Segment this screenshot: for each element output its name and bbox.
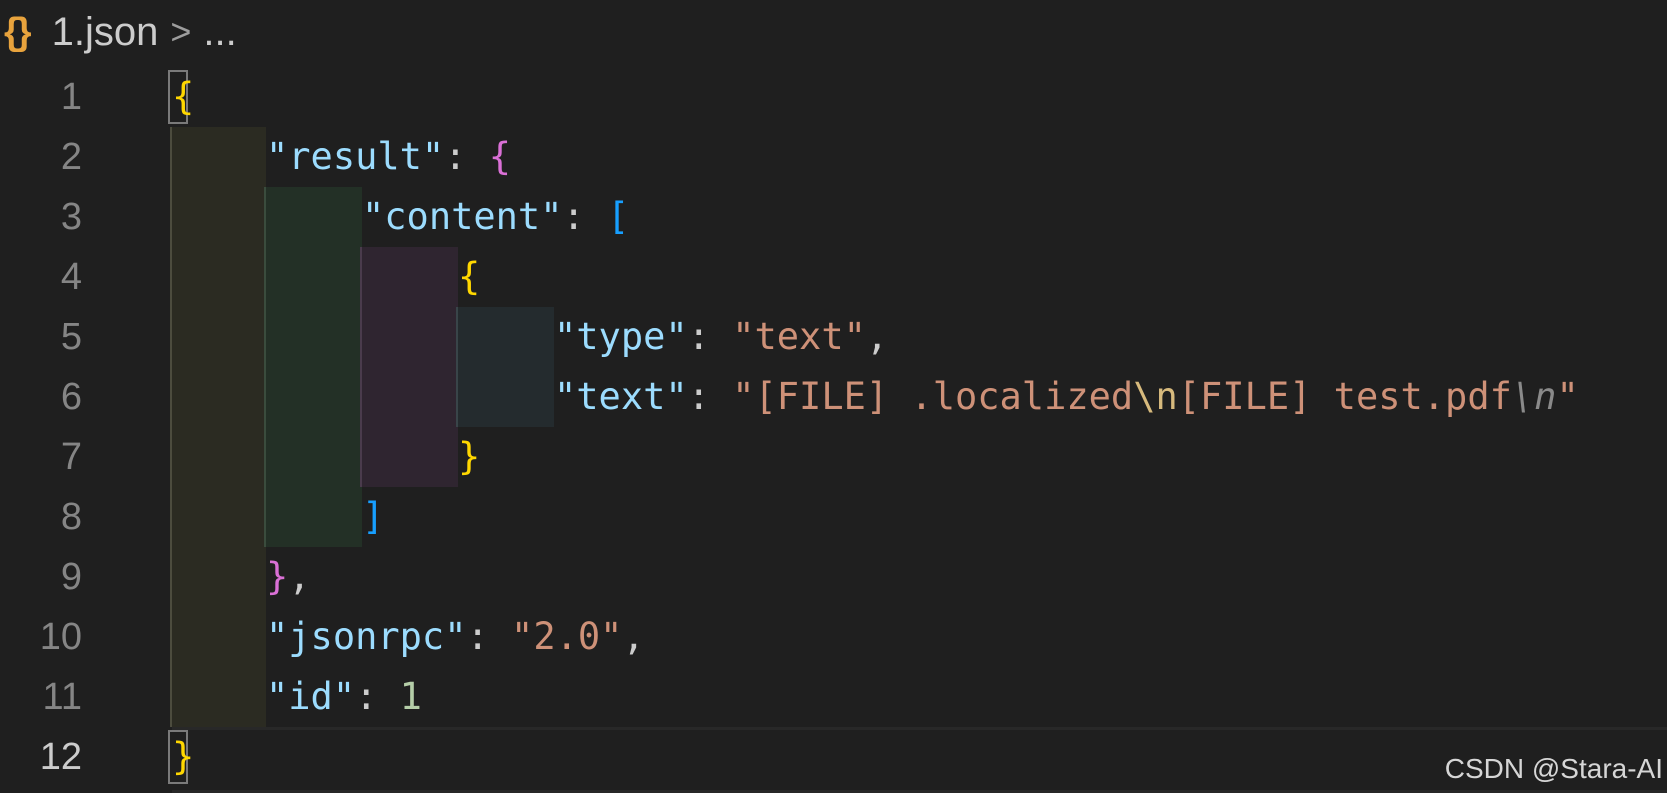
json-key: "jsonrpc" [266,615,467,658]
breadcrumb-file-name[interactable]: 1.json [52,10,159,55]
comma: , [622,615,645,658]
code-text[interactable]: }, [266,547,311,607]
code-text[interactable]: "type": "text", [554,307,888,367]
json-number: 1 [399,675,422,718]
code-line[interactable]: 4 { [0,247,1667,307]
code-text[interactable]: { [172,67,194,127]
brace-close: } [266,555,289,598]
line-number: 9 [60,556,82,598]
code-line-active[interactable]: 12 } [0,727,1667,787]
line-number: 8 [60,496,82,538]
json-key: "text" [554,375,688,418]
comma: , [288,555,311,598]
bracket-open: [ [607,195,630,238]
line-number: 1 [60,76,82,118]
code-text[interactable]: } [458,427,480,487]
bracket-close: ] [362,495,385,538]
watermark: CSDN @Stara-AI [1444,753,1663,784]
escape-sequence: \n [1133,375,1178,418]
line-number: 4 [60,256,82,298]
escape-sequence: \n [1511,375,1557,418]
code-line[interactable]: 8 ] [0,487,1667,547]
json-key: "id" [266,675,356,718]
colon: : [562,195,608,238]
json-key: "content" [362,195,563,238]
chevron-right-icon: > [170,11,192,52]
code-line[interactable]: 10 "jsonrpc": "2.0", [0,607,1667,667]
code-text[interactable]: { [458,247,480,307]
breadcrumb: {} 1.json > ... [0,0,1667,64]
line-number: 7 [60,436,82,478]
code-line[interactable]: 9 }, [0,547,1667,607]
brace-open: { [488,135,512,178]
breadcrumb-more[interactable]: ... [203,10,236,55]
code-line[interactable]: 1 { [0,67,1667,127]
code-line[interactable]: 11 "id": 1 [0,667,1667,727]
code-line[interactable]: 2 "result": { [0,127,1667,187]
code-line[interactable]: 5 "type": "text", [0,307,1667,367]
code-text[interactable]: "text": "[FILE] .localized\n[FILE] test.… [554,367,1579,427]
colon: : [444,135,489,178]
json-key: "type" [554,315,688,358]
line-number: 11 [42,676,82,718]
comma: , [865,315,889,358]
code-text[interactable]: ] [362,487,384,547]
json-string: [FILE] test.pdf [1177,375,1512,418]
json-string: "[FILE] .localized [732,375,1134,418]
code-editor[interactable]: 1 { 2 "result": { 3 "content": [ 4 { 5 "… [0,67,1667,793]
code-text[interactable]: "id": 1 [266,667,422,727]
code-text[interactable]: "content": [ [362,187,629,247]
colon: : [687,315,733,358]
line-number: 10 [39,616,82,658]
json-string: " [1556,375,1579,418]
line-number: 5 [60,316,82,358]
code-text[interactable]: "jsonrpc": "2.0", [266,607,645,667]
json-string: "2.0" [511,615,623,658]
line-number: 12 [39,736,82,778]
json-string: "text" [732,315,866,358]
code-text[interactable]: "result": { [266,127,511,187]
colon: : [687,375,733,418]
json-key: "result" [266,135,445,178]
brace-open: { [458,255,481,298]
colon: : [355,675,400,718]
line-number: 6 [60,376,82,418]
json-braces-icon: {} [4,10,32,53]
code-line[interactable]: 7 } [0,427,1667,487]
brace-close: } [172,735,195,778]
brace-open: { [172,75,195,118]
colon: : [466,615,512,658]
line-number: 3 [60,196,82,238]
code-text[interactable]: } [172,727,194,787]
brace-close: } [458,435,481,478]
code-line[interactable]: 3 "content": [ [0,187,1667,247]
line-number: 2 [60,136,82,178]
code-line[interactable]: 6 "text": "[FILE] .localized\n[FILE] tes… [0,367,1667,427]
